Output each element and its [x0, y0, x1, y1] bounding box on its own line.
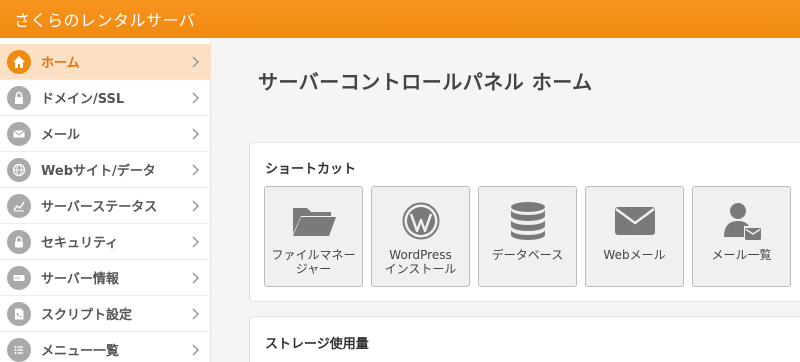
shortcut-database-button[interactable]: データベース [478, 186, 577, 287]
globe-icon [7, 157, 31, 182]
list-icon [7, 337, 31, 362]
sidebar-item-home[interactable]: ホーム [0, 44, 211, 80]
sidebar-item-label: ホーム [41, 56, 80, 71]
sidebar-item-script-settings[interactable]: スクリプト設定 [0, 296, 211, 332]
database-icon [479, 201, 576, 241]
shortcut-label: インストール [384, 262, 457, 276]
home-icon [7, 49, 31, 74]
shortcut-label: メール一覧 [711, 248, 772, 262]
app-header: さくらのレンタルサーバ [0, 0, 800, 38]
storage-panel-title: ストレージ使用量 [265, 337, 369, 352]
chevron-right-icon [189, 343, 203, 357]
shortcut-label: データベース [491, 248, 564, 262]
shortcut-wordpress-install-button[interactable]: WordPress インストール [371, 186, 470, 287]
sidebar-item-label: サーバーステータス [41, 200, 158, 215]
chevron-right-icon [189, 271, 203, 285]
sidebar-item-label: Webサイト/データ [41, 164, 156, 179]
brand-logo-text[interactable]: さくらのレンタルサーバ [14, 7, 195, 31]
sidebar-item-mail[interactable]: メール [0, 116, 211, 152]
sidebar-item-menu-list[interactable]: メニュー一覧 [0, 332, 211, 362]
folder-icon [265, 201, 362, 241]
shortcut-label: ジャー [295, 262, 332, 276]
shortcut-label: Webメール [603, 248, 666, 262]
sidebar-item-label: メニュー一覧 [41, 344, 120, 359]
chevron-right-icon [189, 127, 203, 141]
shortcut-file-manager-button[interactable]: ファイルマネー ジャー [264, 186, 363, 287]
script-icon [7, 301, 31, 326]
user-mail-icon [693, 201, 790, 241]
shortcut-label: ファイルマネー [271, 248, 356, 262]
sidebar-item-label: セキュリティ [41, 236, 119, 251]
sidebar-item-label: ドメイン/SSL [41, 92, 125, 107]
chevron-right-icon [189, 199, 203, 213]
storage-panel: ストレージ使用量 [249, 316, 800, 362]
chart-icon [7, 193, 31, 218]
mail-icon [7, 121, 31, 146]
sidebar-item-domain-ssl[interactable]: ドメイン/SSL [0, 80, 211, 116]
sidebar-item-server-status[interactable]: サーバーステータス [0, 188, 211, 224]
lock-icon [7, 85, 31, 110]
shortcut-webmail-button[interactable]: Webメール [585, 186, 684, 287]
sidebar-item-label: サーバー情報 [41, 272, 119, 287]
chevron-right-icon [189, 307, 203, 321]
chevron-right-icon [189, 235, 203, 249]
sidebar-item-website-data[interactable]: Webサイト/データ [0, 152, 211, 188]
sidebar-item-label: スクリプト設定 [41, 308, 133, 323]
envelope-icon [586, 201, 683, 241]
padlock-icon [7, 229, 31, 254]
sidebar-item-server-info[interactable]: サーバー情報 [0, 260, 211, 296]
server-icon [7, 265, 31, 290]
chevron-right-icon [189, 163, 203, 177]
sidebar-item-label: メール [41, 128, 81, 143]
shortcut-panel-title: ショートカット [265, 162, 357, 177]
shortcut-mail-list-button[interactable]: メール一覧 [692, 186, 791, 287]
page-title: サーバーコントロールパネル ホーム [258, 70, 593, 94]
sidebar: ホーム ドメイン/SSL メール Webサイト/データ サーバーステータス セキ… [0, 38, 211, 362]
sidebar-item-security[interactable]: セキュリティ [0, 224, 211, 260]
chevron-right-icon [189, 55, 203, 69]
chevron-right-icon [189, 91, 203, 105]
shortcut-label: WordPress [389, 248, 452, 262]
wordpress-icon [372, 201, 469, 241]
